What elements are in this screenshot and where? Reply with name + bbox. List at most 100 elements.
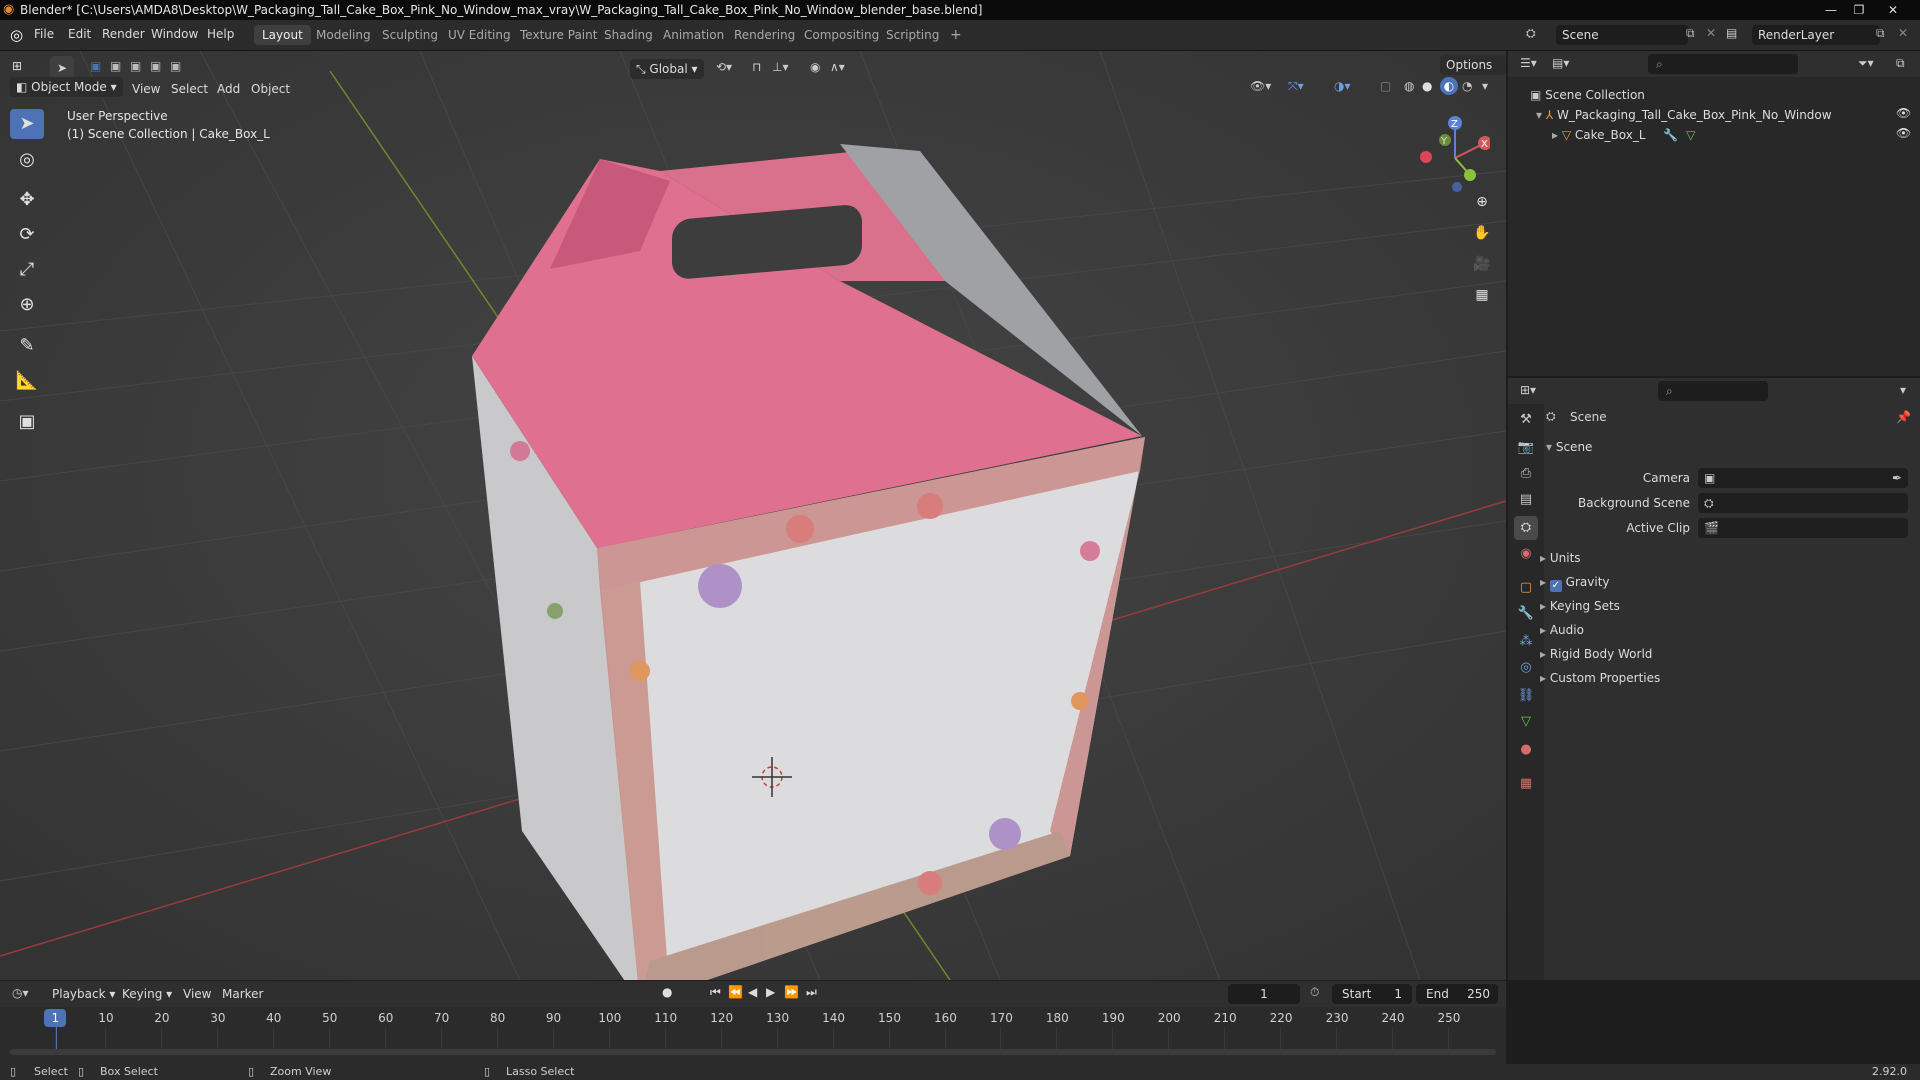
perspective-toggle-button[interactable]: ▦ — [1470, 283, 1494, 307]
shading-wireframe-icon[interactable]: ◍ — [1404, 79, 1414, 93]
annotate-tool[interactable]: ✎ — [10, 331, 44, 361]
menu-help[interactable]: Help — [207, 27, 234, 41]
tab-material[interactable]: ● — [1514, 738, 1538, 762]
minimize-button[interactable]: — — [1818, 0, 1844, 20]
tab-scripting[interactable]: Scripting — [878, 25, 947, 45]
new-renderlayer-icon[interactable]: ⧉ — [1876, 26, 1885, 41]
eyedropper-icon[interactable]: ✒ — [1892, 468, 1902, 488]
tab-shading[interactable]: Shading — [596, 25, 661, 45]
jump-end-icon[interactable]: ⏭ — [806, 985, 817, 1000]
cursor-tool[interactable]: ◎ — [10, 145, 44, 175]
rotate-tool[interactable]: ⟳ — [10, 220, 44, 250]
menu-window[interactable]: Window — [151, 27, 198, 41]
tab-sculpting[interactable]: Sculpting — [374, 25, 446, 45]
object-visibility-eye-icon[interactable]: 👁 — [1896, 126, 1911, 140]
display-mode-icon[interactable]: ▤▾ — [1552, 56, 1569, 70]
editor-type-icon[interactable]: ⊞ — [12, 59, 22, 73]
active-clip-field[interactable]: 🎬 — [1698, 518, 1908, 538]
transform-orientation-dropdown[interactable]: ⤡ Global ▾ — [630, 59, 704, 79]
scene-panel-header[interactable]: ▾ Scene — [1546, 440, 1592, 454]
outliner-item-cake-box[interactable]: ▸ ▽ Cake_Box_L 🔧 ▽ — [1552, 125, 1695, 145]
tab-texture[interactable]: ▦ — [1514, 772, 1538, 796]
tab-texture-paint[interactable]: Texture Paint — [512, 25, 605, 45]
tab-physics[interactable]: ◎ — [1514, 656, 1538, 680]
play-reverse-icon[interactable]: ◀ — [748, 985, 757, 999]
current-frame-field[interactable]: 1 — [1228, 984, 1300, 1004]
tab-layout[interactable]: Layout — [254, 25, 311, 45]
tab-constraints[interactable]: ⛓ — [1514, 684, 1538, 708]
snap-target-icon[interactable]: ⊥▾ — [772, 60, 788, 74]
playback-menu[interactable]: Playback ▾ — [46, 984, 121, 1004]
tab-data[interactable]: ▽ — [1514, 710, 1538, 734]
options-dropdown[interactable]: Options ▾ — [1440, 55, 1506, 92]
maximize-button[interactable]: ❐ — [1846, 0, 1872, 20]
keying-menu[interactable]: Keying ▾ — [116, 984, 178, 1004]
jump-keyframe-forward-icon[interactable]: ⏩ — [784, 985, 799, 999]
jump-keyframe-back-icon[interactable]: ⏪ — [728, 985, 743, 999]
jump-start-icon[interactable]: ⏮ — [710, 985, 721, 1000]
measure-tool[interactable]: 📐 — [10, 366, 44, 396]
snap-icon[interactable]: ⊓ — [752, 60, 761, 74]
viewport-menu-select[interactable]: Select — [171, 79, 208, 99]
start-frame-field[interactable]: Start 1 — [1332, 984, 1412, 1004]
delete-scene-icon[interactable]: ✕ — [1706, 26, 1716, 40]
collection-visibility-eye-icon[interactable]: 👁 — [1896, 106, 1911, 120]
add-cube-tool[interactable]: ▣ — [10, 407, 44, 437]
tab-uv-editing[interactable]: UV Editing — [440, 25, 519, 45]
gravity-section[interactable]: ▸ ✓ Gravity — [1540, 575, 1610, 592]
units-section[interactable]: ▸ Units — [1540, 551, 1581, 565]
viewport-menu-add[interactable]: Add — [217, 79, 240, 99]
gravity-checkbox[interactable]: ✓ — [1549, 580, 1562, 592]
pan-view-button[interactable]: ✋ — [1470, 221, 1494, 245]
proportional-edit-icon[interactable]: ◉ — [810, 60, 820, 74]
viewport-menu-view[interactable]: View — [132, 79, 160, 99]
timeline-editor-icon[interactable]: ◷▾ — [12, 986, 29, 1000]
tab-modeling[interactable]: Modeling — [308, 25, 379, 45]
delete-renderlayer-icon[interactable]: ✕ — [1898, 26, 1908, 40]
record-icon[interactable]: ● — [662, 985, 672, 999]
audio-section[interactable]: ▸ Audio — [1540, 623, 1584, 637]
scene-selector[interactable]: Scene — [1556, 25, 1688, 45]
select-mode-extend-icon[interactable]: ▣ — [110, 59, 121, 73]
select-mode-new-icon[interactable]: ▣ — [90, 59, 101, 73]
pivot-point-icon[interactable]: ⟲▾ — [716, 60, 732, 74]
end-frame-field[interactable]: End 250 — [1416, 984, 1498, 1004]
gizmo-toggle-icon[interactable]: ⤧▾ — [1288, 79, 1304, 94]
play-icon[interactable]: ▶ — [766, 985, 775, 999]
shading-material-icon[interactable]: ◐ — [1440, 77, 1458, 95]
tab-world[interactable]: ◉ — [1514, 542, 1538, 566]
menu-file[interactable]: File — [34, 27, 54, 41]
tab-particles[interactable]: ⁂ — [1514, 630, 1538, 654]
preview-range-clock-icon[interactable]: ⏱ — [1310, 985, 1319, 1000]
3d-viewport[interactable]: ⊞ ➤ ▣ ▣ ▣ ▣ ▣ ⤡ Global ▾ ⟲▾ ⊓ ⊥▾ ◉ ∧▾ Op… — [0, 51, 1506, 980]
select-mode-invert-icon[interactable]: ▣ — [150, 59, 161, 73]
pin-icon[interactable]: 📌 — [1896, 410, 1911, 424]
rigid-body-world-section[interactable]: ▸ Rigid Body World — [1540, 647, 1652, 661]
new-collection-icon[interactable]: ⧉ — [1896, 56, 1905, 71]
menu-render[interactable]: Render — [102, 27, 145, 41]
close-button[interactable]: ✕ — [1880, 0, 1906, 20]
outliner-item-collection[interactable]: ▾ ⅄ W_Packaging_Tall_Cake_Box_Pink_No_Wi… — [1536, 105, 1832, 125]
tab-object[interactable]: ▢ — [1514, 576, 1538, 600]
zoom-view-button[interactable]: ⊕ — [1470, 190, 1494, 214]
tab-render[interactable]: 📷 — [1514, 436, 1538, 460]
xray-toggle-icon[interactable]: ▢ — [1380, 79, 1391, 93]
renderlayer-selector[interactable]: RenderLayer — [1752, 25, 1880, 45]
camera-view-button[interactable]: 🎥 — [1470, 252, 1494, 276]
tab-modifiers[interactable]: 🔧 — [1514, 602, 1538, 626]
visibility-icon[interactable]: 👁▾ — [1250, 79, 1271, 93]
outliner-scene-collection[interactable]: ▣ Scene Collection — [1530, 85, 1645, 105]
properties-editor-icon[interactable]: ⊞▾ — [1520, 383, 1536, 397]
object-mode-dropdown[interactable]: ◧ Object Mode ▾ — [10, 77, 123, 97]
new-scene-icon[interactable]: ⧉ — [1686, 26, 1695, 41]
viewport-menu-object[interactable]: Object — [251, 79, 290, 99]
background-scene-field[interactable]: ⛭ — [1698, 493, 1908, 513]
tab-animation[interactable]: Animation — [655, 25, 732, 45]
outliner-search-input[interactable]: ⌕ — [1648, 54, 1798, 74]
tab-compositing[interactable]: Compositing — [796, 25, 887, 45]
outliner-editor-icon[interactable]: ☰▾ — [1520, 56, 1537, 70]
move-tool[interactable]: ✥ — [10, 185, 44, 215]
shading-rendered-icon[interactable]: ◔ — [1462, 79, 1472, 93]
navigation-gizmo[interactable]: Z X Y — [1410, 113, 1490, 193]
filter-icon[interactable]: ⏷▾ — [1858, 56, 1874, 71]
